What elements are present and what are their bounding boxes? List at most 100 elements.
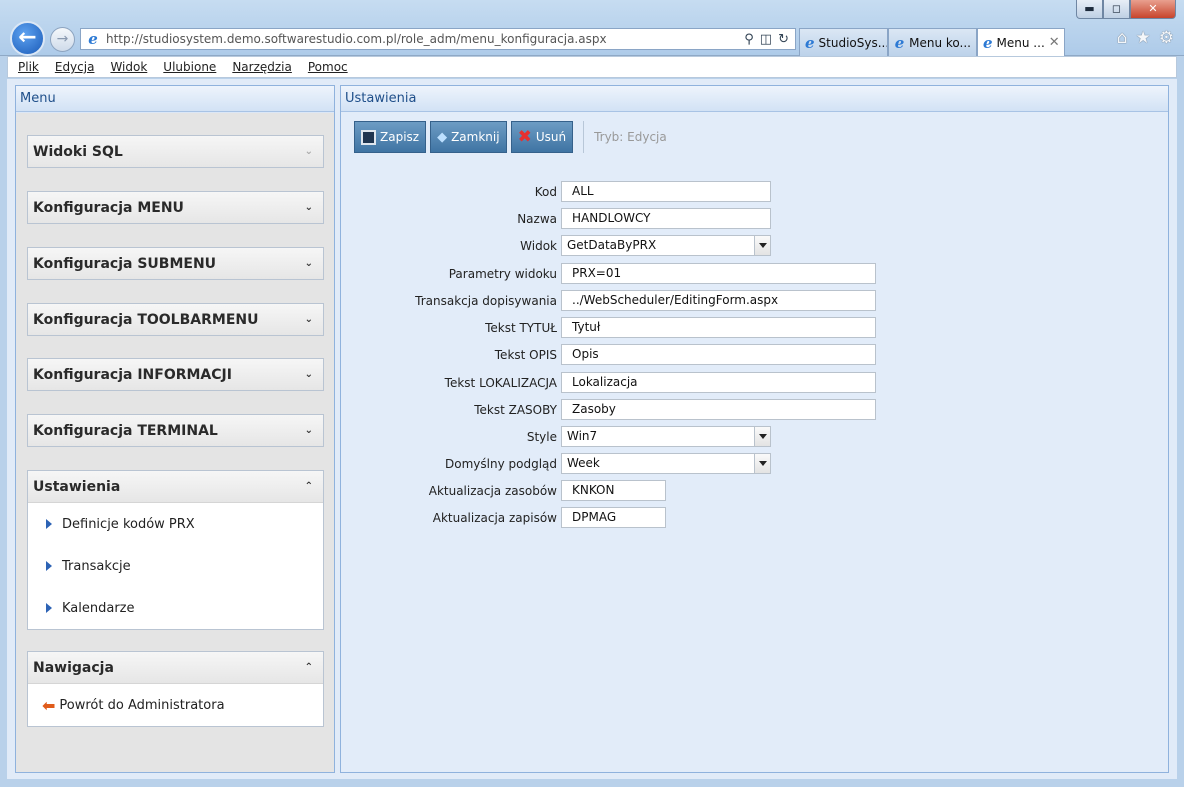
- section-header[interactable]: Konfiguracja INFORMACJI ⌄: [28, 359, 323, 390]
- dropdown-arrow-icon[interactable]: [754, 236, 770, 255]
- tekst-zasoby-input[interactable]: Zasoby: [561, 399, 876, 420]
- save-button[interactable]: Zapisz: [354, 121, 427, 153]
- form-row-aktualizacja-zapisow: Aktualizacja zapisów DPMAG: [341, 507, 1170, 528]
- domyslny-podglad-select[interactable]: Week: [561, 453, 771, 474]
- refresh-icon[interactable]: ↻: [778, 32, 789, 47]
- nazwa-input[interactable]: HANDLOWCY: [561, 208, 771, 229]
- menu-widok[interactable]: Widok: [110, 60, 147, 74]
- field-label: Kod: [534, 185, 557, 199]
- forward-button[interactable]: →: [50, 27, 75, 52]
- toolbar-separator: [583, 121, 585, 153]
- dropdown-arrow-icon[interactable]: [754, 454, 770, 473]
- aktualizacja-zasobow-input[interactable]: KNKON: [561, 480, 666, 501]
- back-button[interactable]: ←: [10, 21, 45, 56]
- favorites-star-icon[interactable]: ★: [1136, 28, 1151, 48]
- close-button[interactable]: ◆ Zamknij: [430, 121, 507, 153]
- chevron-double-down-icon[interactable]: ⌄: [305, 369, 313, 380]
- close-window-button[interactable]: ✕: [1130, 0, 1176, 19]
- field-label: Tekst LOKALIZACJA: [444, 376, 557, 390]
- form-row-nazwa: Nazwa HANDLOWCY: [341, 208, 1170, 229]
- window-controls: ▬ ◻ ✕: [1076, 0, 1176, 19]
- form-row-transakcja-dopisywania: Transakcja dopisywania ../WebScheduler/E…: [341, 290, 1170, 311]
- parametry-widoku-input[interactable]: PRX=01: [561, 263, 876, 284]
- chevron-double-up-icon[interactable]: ⌃: [305, 662, 313, 673]
- dropdown-arrow-icon[interactable]: [754, 427, 770, 446]
- section-konfiguracja-informacji[interactable]: Konfiguracja INFORMACJI ⌄: [27, 358, 324, 391]
- settings-panel: Ustawienia Zapisz ◆ Zamknij ✖ Usuń Tryb:…: [340, 85, 1169, 773]
- browser-menubar: Plik Edycja Widok Ulubione Narzędzia Pom…: [7, 56, 1177, 78]
- section-title: Nawigacja: [33, 659, 114, 676]
- section-header[interactable]: Ustawienia ⌃: [28, 471, 323, 502]
- form-row-tekst-zasoby: Tekst ZASOBY Zasoby: [341, 399, 1170, 420]
- ie-icon: e: [983, 33, 993, 52]
- chevron-double-down-icon[interactable]: ⌄: [305, 314, 313, 325]
- menu-edycja[interactable]: Edycja: [55, 60, 95, 74]
- menu-narzedzia[interactable]: Narzędzia: [232, 60, 292, 74]
- section-nawigacja: Nawigacja ⌃ ⬅ Powrót do Administratora: [27, 651, 324, 727]
- tekst-lokalizacja-input[interactable]: Lokalizacja: [561, 372, 876, 393]
- field-label: Domyślny podgląd: [445, 457, 557, 471]
- chevron-double-down-icon[interactable]: ⌄: [305, 258, 313, 269]
- browser-toolbar-icons: ⌂ ★ ⚙: [1117, 28, 1174, 48]
- tab-studiosystem[interactable]: e StudioSys...: [799, 28, 888, 56]
- menu-plik[interactable]: Plik: [18, 60, 39, 74]
- minimize-button[interactable]: ▬: [1076, 0, 1103, 19]
- section-header[interactable]: Konfiguracja SUBMENU ⌄: [28, 248, 323, 279]
- section-header[interactable]: Konfiguracja TERMINAL ⌄: [28, 415, 323, 446]
- delete-label: Usuń: [535, 130, 567, 144]
- ie-icon: e: [894, 33, 905, 52]
- form-row-parametry-widoku: Parametry widoku PRX=01: [341, 263, 1170, 284]
- close-tab-icon[interactable]: ✕: [1049, 35, 1060, 50]
- tab-menu-konfiguracja[interactable]: e Menu ko...: [888, 28, 977, 56]
- settings-panel-title: Ustawienia: [341, 86, 1168, 112]
- maximize-button[interactable]: ◻: [1103, 0, 1130, 19]
- transakcja-dopisywania-input[interactable]: ../WebScheduler/EditingForm.aspx: [561, 290, 876, 311]
- menu-ulubione[interactable]: Ulubione: [163, 60, 216, 74]
- address-url[interactable]: http://studiosystem.demo.softwarestudio.…: [106, 32, 744, 46]
- menu-item-powrot[interactable]: ⬅ Powrót do Administratora: [28, 684, 323, 726]
- menu-item-definicje-kodow-prx[interactable]: Definicje kodów PRX: [28, 503, 323, 545]
- tekst-opis-input[interactable]: Opis: [561, 344, 876, 365]
- gear-icon[interactable]: ⚙: [1159, 28, 1174, 48]
- address-bar[interactable]: e http://studiosystem.demo.softwarestudi…: [80, 28, 796, 50]
- home-icon[interactable]: ⌂: [1117, 28, 1128, 48]
- style-select[interactable]: Win7: [561, 426, 771, 447]
- ie-icon: e: [88, 30, 98, 48]
- tab-label: Menu ...: [996, 35, 1045, 50]
- select-value: Week: [567, 456, 600, 470]
- section-konfiguracja-submenu[interactable]: Konfiguracja SUBMENU ⌄: [27, 247, 324, 280]
- section-header[interactable]: Konfiguracja TOOLBARMENU ⌄: [28, 304, 323, 335]
- section-konfiguracja-toolbarmenu[interactable]: Konfiguracja TOOLBARMENU ⌄: [27, 303, 324, 336]
- menu-item-transakcje[interactable]: Transakcje: [28, 545, 323, 587]
- eraser-icon: ◆: [437, 129, 448, 145]
- chevron-double-down-icon[interactable]: ⌄: [305, 146, 313, 157]
- chevron-double-up-icon[interactable]: ⌃: [305, 481, 313, 492]
- compat-view-icon[interactable]: ◫: [760, 32, 772, 47]
- widok-select[interactable]: GetDataByPRX: [561, 235, 771, 256]
- section-header[interactable]: Widoki SQL ⌄: [28, 136, 323, 167]
- section-header[interactable]: Konfiguracja MENU ⌄: [28, 192, 323, 223]
- form-row-aktualizacja-zasobow: Aktualizacja zasobów KNKON: [341, 480, 1170, 501]
- select-value: GetDataByPRX: [567, 238, 657, 252]
- search-icon[interactable]: ⚲: [744, 32, 754, 47]
- aktualizacja-zapisow-input[interactable]: DPMAG: [561, 507, 666, 528]
- delete-button[interactable]: ✖ Usuń: [510, 121, 574, 153]
- form-row-kod: Kod ALL: [341, 181, 1170, 202]
- tab-label: StudioSys...: [818, 35, 888, 50]
- section-widoki-sql[interactable]: Widoki SQL ⌄: [27, 135, 324, 168]
- chevron-double-down-icon[interactable]: ⌄: [305, 425, 313, 436]
- tab-menu-active[interactable]: e Menu ... ✕: [977, 28, 1065, 56]
- chevron-double-down-icon[interactable]: ⌄: [305, 202, 313, 213]
- floppy-disk-icon: [361, 129, 376, 145]
- kod-input[interactable]: ALL: [561, 181, 771, 202]
- section-konfiguracja-terminal[interactable]: Konfiguracja TERMINAL ⌄: [27, 414, 324, 447]
- menu-pomoc[interactable]: Pomoc: [308, 60, 348, 74]
- section-header[interactable]: Nawigacja ⌃: [28, 652, 323, 683]
- page-content: Menu Widoki SQL ⌄ Konfiguracja MENU ⌄ Ko…: [7, 79, 1177, 779]
- menu-item-kalendarze[interactable]: Kalendarze: [28, 587, 323, 629]
- section-title: Widoki SQL: [33, 143, 123, 160]
- tekst-tytul-input[interactable]: Tytuł: [561, 317, 876, 338]
- section-title: Ustawienia: [33, 478, 121, 495]
- ie-icon: e: [805, 33, 815, 52]
- section-konfiguracja-menu[interactable]: Konfiguracja MENU ⌄: [27, 191, 324, 224]
